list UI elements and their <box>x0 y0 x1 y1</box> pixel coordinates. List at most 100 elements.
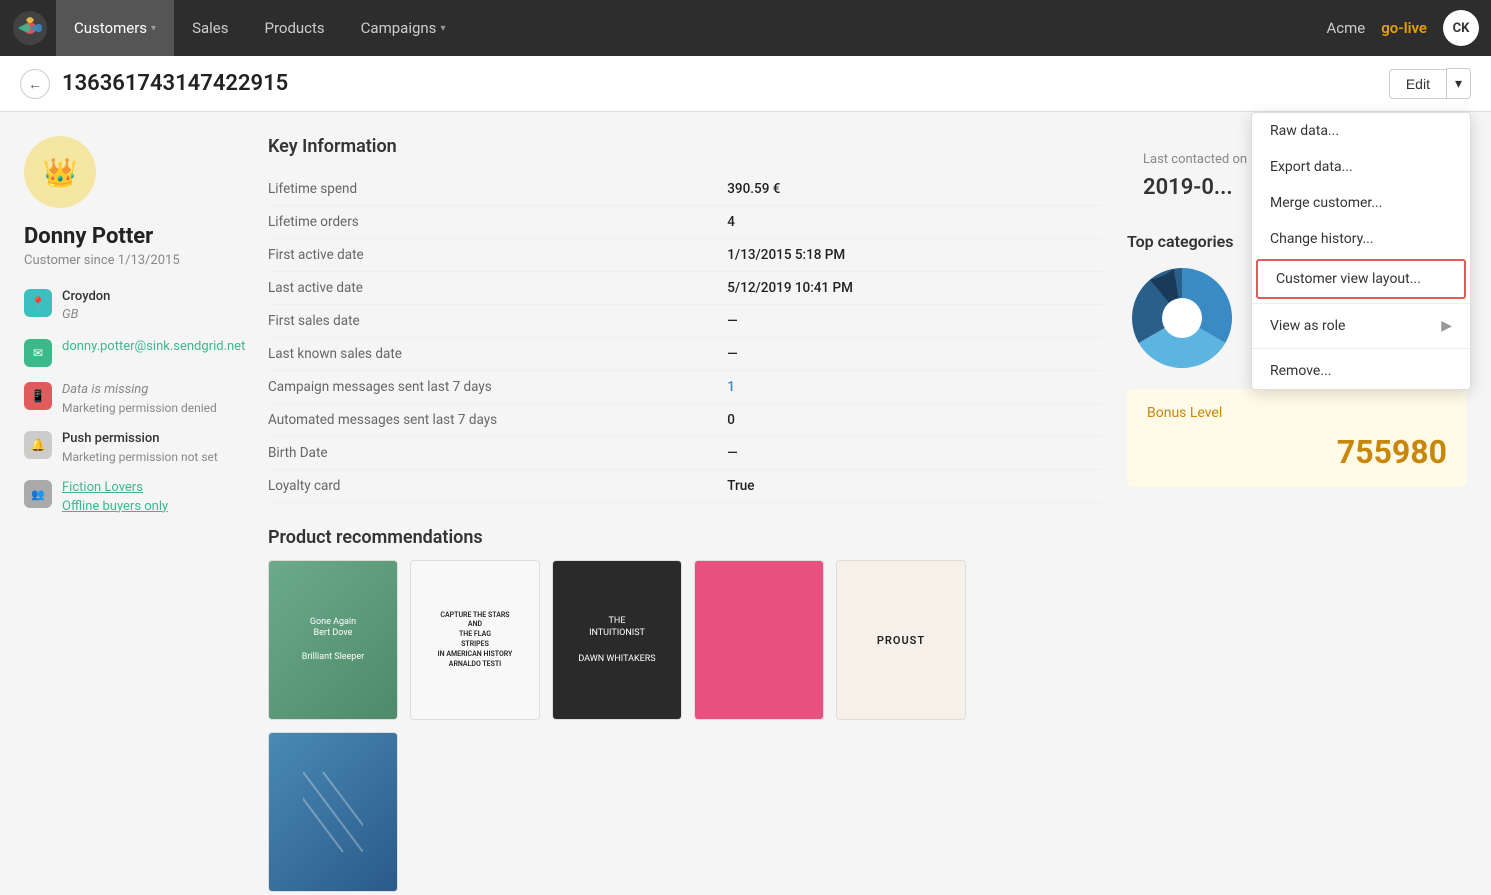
phone-row: 📱 Data is missing Marketing permission d… <box>24 381 244 416</box>
book-card-3[interactable]: THEINTUITIONISTDAWN WHITAKERS <box>552 560 682 720</box>
book-card-1[interactable]: Gone AgainBert DoveBrilliant Sleeper <box>268 560 398 720</box>
key-info-value: — <box>727 338 1103 371</box>
menu-item-customer-view-layout[interactable]: Customer view layout... <box>1256 259 1466 299</box>
key-info-row: Automated messages sent last 7 days0 <box>268 404 1103 437</box>
customers-dropdown-icon: ▾ <box>151 23 156 34</box>
nav-item-products[interactable]: Products <box>246 0 342 56</box>
book-cover-3: THEINTUITIONISTDAWN WHITAKERS <box>553 561 681 719</box>
customer-id: 136361743147422915 <box>62 71 288 96</box>
customer-avatar: 👑 <box>24 136 96 208</box>
email-row: ✉ donny.potter@sink.sendgrid.net <box>24 338 244 367</box>
key-info-label: First sales date <box>268 305 727 338</box>
book-cover-6 <box>269 733 397 891</box>
key-info-value: True <box>727 470 1103 503</box>
book-cover-2: CAPTURE THE STARSANDTHE FLAGSTRIPESIN AM… <box>411 561 539 719</box>
key-info-label: Last active date <box>268 272 727 305</box>
menu-divider-2 <box>1252 348 1470 349</box>
city-label: Croydon <box>62 288 110 306</box>
back-button[interactable]: ← <box>20 69 50 99</box>
submenu-arrow-icon: ▶ <box>1441 318 1452 334</box>
group-link-1[interactable]: Fiction Lovers <box>62 479 168 497</box>
left-panel: 👑 Donny Potter Customer since 1/13/2015 … <box>24 136 244 892</box>
edit-button[interactable]: Edit <box>1389 69 1446 99</box>
push-icon: 🔔 <box>24 431 52 459</box>
email-link[interactable]: donny.potter@sink.sendgrid.net <box>62 339 245 354</box>
phone-icon: 📱 <box>24 382 52 410</box>
product-rec-title: Product recommendations <box>268 527 1103 548</box>
key-info-label: Campaign messages sent last 7 days <box>268 371 727 404</box>
key-info-table: Lifetime spend390.59 €Lifetime orders4Fi… <box>268 173 1103 503</box>
bonus-label: Bonus Level <box>1147 405 1447 421</box>
nav-items: Customers ▾ Sales Products Campaigns ▾ <box>56 0 1326 56</box>
bonus-value: 755980 <box>1147 433 1447 471</box>
page-header-left: ← 136361743147422915 <box>20 69 288 99</box>
user-avatar[interactable]: CK <box>1443 10 1479 46</box>
group-link-2[interactable]: Offline buyers only <box>62 498 168 516</box>
page-header-right: Edit ▾ <box>1389 68 1471 99</box>
key-info-value: 0 <box>727 404 1103 437</box>
golive-label[interactable]: go-live <box>1381 19 1427 37</box>
key-info-value: 1 <box>727 371 1103 404</box>
customer-since: Customer since 1/13/2015 <box>24 253 244 268</box>
location-icon: 📍 <box>24 289 52 317</box>
company-name: Acme <box>1326 19 1365 37</box>
key-info-value: — <box>727 437 1103 470</box>
key-info-label: Last known sales date <box>268 338 727 371</box>
menu-item-merge-customer[interactable]: Merge customer... <box>1252 185 1470 221</box>
menu-divider <box>1252 303 1470 304</box>
app-logo[interactable] <box>12 10 48 46</box>
book-card-6[interactable] <box>268 732 398 892</box>
key-info-row: Loyalty cardTrue <box>268 470 1103 503</box>
phone-permission: Marketing permission denied <box>62 400 217 417</box>
key-info-title: Key Information <box>268 136 1103 157</box>
key-info-row: Last active date5/12/2019 10:41 PM <box>268 272 1103 305</box>
push-secondary: Marketing permission not set <box>62 449 218 466</box>
nav-item-sales[interactable]: Sales <box>174 0 246 56</box>
pie-chart <box>1127 263 1237 373</box>
book-cover-1: Gone AgainBert DoveBrilliant Sleeper <box>269 561 397 719</box>
menu-item-view-as-role[interactable]: View as role ▶ <box>1252 308 1470 344</box>
top-nav: Customers ▾ Sales Products Campaigns ▾ A… <box>0 0 1491 56</box>
nav-right: Acme go-live CK <box>1326 10 1479 46</box>
key-info-value: 390.59 € <box>727 173 1103 206</box>
key-info-value: 5/12/2019 10:41 PM <box>727 272 1103 305</box>
menu-item-change-history[interactable]: Change history... <box>1252 221 1470 257</box>
key-info-label: Automated messages sent last 7 days <box>268 404 727 437</box>
country-label: GB <box>62 306 110 324</box>
campaigns-dropdown-icon: ▾ <box>440 23 445 34</box>
phone-missing: Data is missing <box>62 381 217 399</box>
key-info-label: Lifetime spend <box>268 173 727 206</box>
book-card-4[interactable] <box>694 560 824 720</box>
crown-icon: 👑 <box>43 156 78 189</box>
email-icon: ✉ <box>24 339 52 367</box>
key-info-value: 1/13/2015 5:18 PM <box>727 239 1103 272</box>
edit-dropdown-button[interactable]: ▾ <box>1446 68 1471 99</box>
key-info-label: Lifetime orders <box>268 206 727 239</box>
book-card-5[interactable]: PROUST <box>836 560 966 720</box>
key-info-row: Lifetime orders4 <box>268 206 1103 239</box>
push-row: 🔔 Push permission Marketing permission n… <box>24 430 244 465</box>
customer-name: Donny Potter <box>24 224 244 249</box>
dropdown-menu: Raw data... Export data... Merge custome… <box>1251 112 1471 390</box>
nav-item-customers[interactable]: Customers ▾ <box>56 0 174 56</box>
key-info-row: Campaign messages sent last 7 days1 <box>268 371 1103 404</box>
center-panel: Key Information Lifetime spend390.59 €Li… <box>268 136 1103 892</box>
nav-item-campaigns[interactable]: Campaigns ▾ <box>343 0 464 56</box>
key-info-row: Lifetime spend390.59 € <box>268 173 1103 206</box>
product-grid: Gone AgainBert DoveBrilliant Sleeper CAP… <box>268 560 1103 892</box>
key-info-label: Loyalty card <box>268 470 727 503</box>
page-header: ← 136361743147422915 Edit ▾ <box>0 56 1491 112</box>
groups-icon: 👥 <box>24 480 52 508</box>
menu-item-remove[interactable]: Remove... <box>1252 353 1470 389</box>
menu-item-raw-data[interactable]: Raw data... <box>1252 113 1470 149</box>
book-cover-5: PROUST <box>837 561 965 719</box>
key-info-label: First active date <box>268 239 727 272</box>
location-row: 📍 Croydon GB <box>24 288 244 324</box>
key-info-row: Last known sales date— <box>268 338 1103 371</box>
book-card-2[interactable]: CAPTURE THE STARSANDTHE FLAGSTRIPESIN AM… <box>410 560 540 720</box>
push-label: Push permission <box>62 430 218 448</box>
key-info-value: — <box>727 305 1103 338</box>
key-info-row: Birth Date— <box>268 437 1103 470</box>
dropdown-arrow-icon: ▾ <box>1455 75 1462 91</box>
menu-item-export-data[interactable]: Export data... <box>1252 149 1470 185</box>
